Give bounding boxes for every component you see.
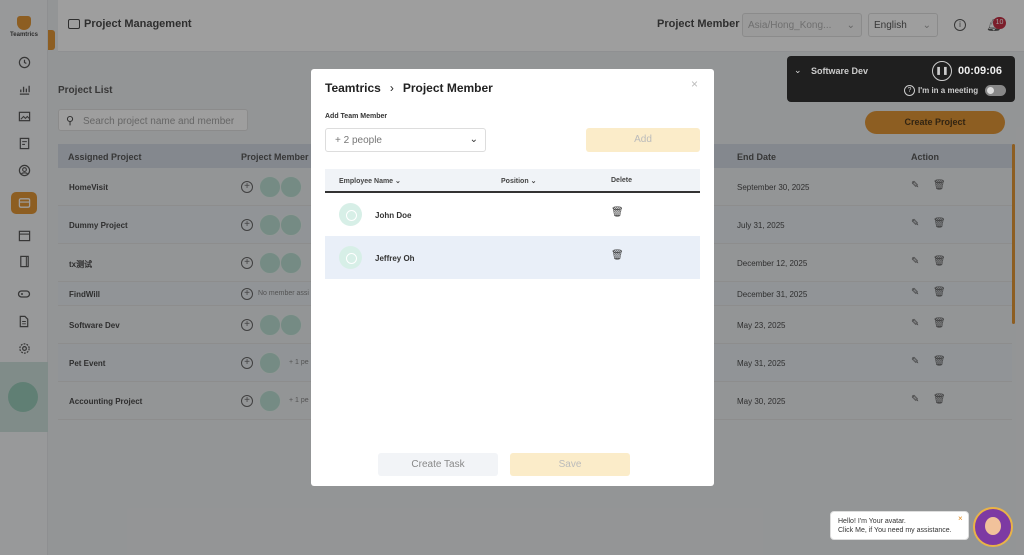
chevron-down-icon[interactable]: ⌄ — [794, 65, 802, 76]
select-value: + 2 people — [335, 135, 382, 146]
chevron-right-icon: › — [389, 81, 394, 95]
member-name: Jeffrey Oh — [375, 254, 415, 263]
member-table-header: Employee Name ⌄ Position ⌄ Delete — [325, 169, 700, 193]
close-icon[interactable]: × — [691, 77, 698, 91]
member-avatar — [339, 203, 362, 226]
close-icon[interactable]: × — [958, 514, 963, 523]
add-team-member-label: Add Team Member — [325, 113, 388, 120]
team-member-select[interactable]: + 2 people ⌄ — [325, 128, 486, 152]
member-table: Employee Name ⌄ Position ⌄ Delete John D… — [325, 169, 700, 279]
trash-icon[interactable]: 🗑︎ — [611, 250, 624, 261]
breadcrumb-current: Project Member — [402, 81, 493, 95]
breadcrumb: Teamtrics › Project Member — [325, 81, 493, 95]
member-name: John Doe — [375, 211, 412, 220]
assistant-line-1: Hello! I'm Your avatar. — [838, 518, 906, 525]
pause-icon[interactable]: ❚❚ — [932, 61, 952, 81]
trash-icon[interactable]: 🗑︎ — [611, 207, 624, 218]
project-member-modal: × Teamtrics › Project Member Add Team Memb… — [311, 69, 714, 486]
assistant-avatar[interactable] — [973, 507, 1013, 547]
save-button[interactable]: Save — [510, 453, 630, 476]
col-position[interactable]: Position ⌄ — [501, 177, 536, 185]
member-row: Jeffrey Oh 🗑︎ — [325, 236, 700, 279]
timer-value: 00:09:06 — [958, 65, 1003, 77]
breadcrumb-root[interactable]: Teamtrics — [325, 81, 381, 95]
assistant-line-2: Click Me, if You need my assistance. — [838, 527, 952, 534]
col-employee-name[interactable]: Employee Name ⌄ — [339, 177, 401, 185]
col-position-label: Position — [501, 178, 529, 185]
assistant-bubble[interactable]: Hello! I'm Your avatar. Click Me, if You… — [830, 511, 969, 540]
timer-project: Software Dev — [811, 66, 869, 76]
meeting-toggle[interactable] — [985, 85, 1006, 96]
member-row: John Doe 🗑︎ — [325, 193, 700, 236]
member-avatar — [339, 246, 362, 269]
create-task-button[interactable]: Create Task — [378, 453, 498, 476]
chevron-down-icon: ⌄ — [469, 134, 478, 145]
help-icon[interactable]: ? — [904, 85, 915, 96]
add-button[interactable]: Add — [586, 128, 700, 152]
meeting-timer-widget: ⌄ Software Dev ❚❚ 00:09:06 ? I'm in a me… — [787, 56, 1015, 102]
col-employee-name-label: Employee Name — [339, 178, 394, 185]
meeting-label: I'm in a meeting — [918, 86, 979, 95]
col-delete: Delete — [611, 177, 633, 184]
